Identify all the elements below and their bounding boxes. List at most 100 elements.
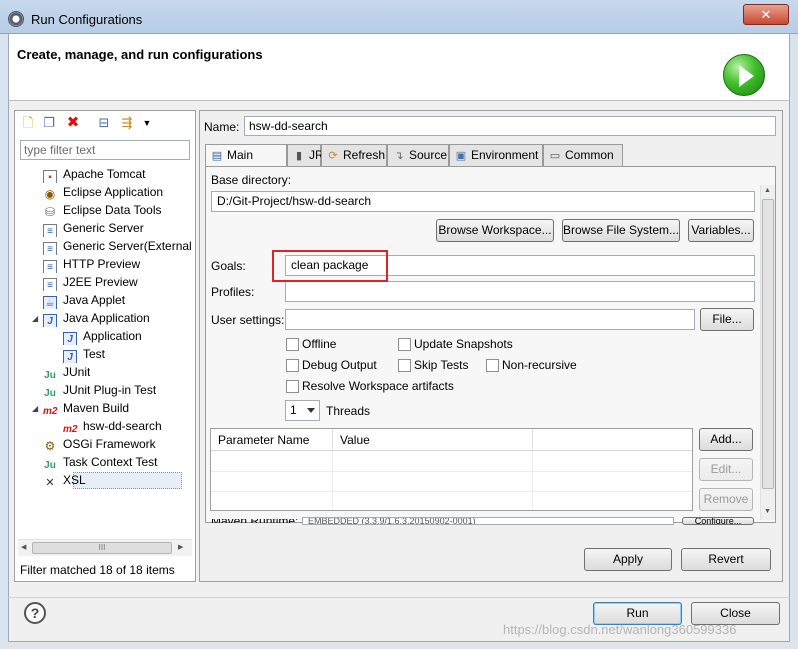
duplicate-icon[interactable]: ❐ (41, 115, 57, 131)
tab-common[interactable]: ▭ Common (543, 144, 623, 166)
watermark-text: https://blog.csdn.net/wanlong360599336 (503, 622, 737, 637)
file-button[interactable]: File... (700, 308, 754, 331)
junit-icon: Ju (44, 370, 56, 381)
tree-item-hsw-dd-search[interactable]: m2 hsw-dd-search (63, 417, 162, 435)
resolve-workspace-label: Resolve Workspace artifacts (302, 379, 454, 393)
tab-main[interactable]: ▤ Main (205, 144, 287, 167)
help-icon[interactable]: ? (24, 602, 46, 624)
tree-item-task-context-test[interactable]: Ju Task Context Test (43, 453, 157, 471)
tree-item-label: Generic Server(External l (63, 239, 193, 253)
tree-item-label: JUnit Plug-in Test (63, 383, 157, 397)
vertical-scrollbar[interactable]: ▲ ▼ (760, 185, 775, 520)
tab-environment[interactable]: ▣ Environment (449, 144, 543, 166)
filter-icon[interactable]: ⇶ (119, 115, 135, 131)
profiles-label: Profiles: (211, 285, 255, 299)
tree-item-junit[interactable]: Ju JUnit (43, 363, 90, 381)
tree-item-junit-plugin-test[interactable]: Ju JUnit Plug-in Test (43, 381, 156, 399)
tree-item-maven-build[interactable]: m2 Maven Build (43, 399, 129, 417)
tab-refresh[interactable]: ⟳ Refresh (321, 144, 387, 166)
browse-workspace-button[interactable]: Browse Workspace... (436, 219, 554, 242)
threads-select[interactable]: 1 (285, 400, 320, 421)
collapse-all-icon[interactable]: ⊟ (96, 115, 112, 131)
skip-tests-checkbox[interactable] (398, 359, 411, 372)
expand-arrow-icon[interactable]: ◢ (32, 404, 38, 413)
maven-runtime-select[interactable]: EMBEDDED (3.3.9/1.6.3.20150902-0001) (302, 517, 674, 525)
column-header-value[interactable]: Value (333, 429, 533, 451)
tree-item-osgi-framework[interactable]: ⚙ OSGi Framework (43, 435, 156, 453)
scrollbar-thumb[interactable]: III (32, 542, 172, 554)
offline-label: Offline (302, 337, 337, 351)
offline-checkbox[interactable] (286, 338, 299, 351)
debug-output-checkbox[interactable] (286, 359, 299, 372)
tree-item-generic-server-external[interactable]: ≡ Generic Server(External l (43, 237, 193, 255)
tree-item-label: Java Applet (63, 293, 126, 307)
expand-arrow-icon[interactable]: ◢ (32, 314, 38, 323)
user-settings-input[interactable] (285, 309, 695, 330)
window-close-button[interactable]: ✕ (743, 4, 789, 25)
server-icon: ≡ (43, 242, 57, 255)
base-directory-label: Base directory: (211, 173, 292, 187)
scrollbar-thumb[interactable] (762, 199, 774, 489)
filter-input[interactable] (20, 140, 190, 160)
update-snapshots-checkbox[interactable] (398, 338, 411, 351)
tree-item-j2ee-preview[interactable]: ≡ J2EE Preview (43, 273, 138, 291)
grid-line (332, 451, 333, 510)
scroll-right-icon[interactable]: ▶ (178, 543, 183, 551)
header-title: Create, manage, and run configurations (17, 47, 263, 62)
chevron-down-icon (307, 408, 315, 413)
tree-item-java-applet[interactable]: ☕ Java Applet (43, 291, 125, 309)
tree-item-label: Java Application (63, 311, 150, 325)
tree-item-apache-tomcat[interactable]: ▪ Apache Tomcat (43, 165, 146, 183)
environment-icon: ▣ (455, 150, 467, 162)
chevron-down-icon[interactable]: ▼ (139, 115, 155, 131)
refresh-icon: ⟳ (328, 150, 338, 162)
tab-source[interactable]: ↴ Source (387, 144, 449, 166)
configure-button[interactable]: Configure... (682, 517, 754, 525)
tree-item-java-application[interactable]: J Java Application (43, 309, 150, 327)
non-recursive-checkbox[interactable] (486, 359, 499, 372)
tab-jre[interactable]: ▮JRE (287, 144, 332, 166)
non-recursive-label: Non-recursive (502, 358, 577, 372)
tab-label: Common (565, 148, 614, 162)
tree-item-application[interactable]: J Application (63, 327, 142, 345)
new-configuration-icon[interactable]: 🗋 (20, 115, 36, 131)
scroll-left-icon[interactable]: ◀ (21, 543, 26, 551)
column-header-empty (533, 429, 692, 451)
tree-item-label: XSL (63, 473, 86, 487)
delete-icon[interactable]: ✖ (65, 115, 81, 131)
tree-item-label: Maven Build (63, 401, 130, 415)
server-icon: ≡ (43, 224, 57, 237)
column-header-parameter-name[interactable]: Parameter Name (211, 429, 333, 451)
name-input[interactable]: hsw-dd-search (244, 116, 776, 136)
run-logo-icon (723, 54, 765, 96)
background-window-strip (0, 642, 798, 649)
junit-icon: Ju (44, 388, 56, 399)
scroll-down-icon[interactable]: ▼ (764, 508, 771, 515)
junit-icon: Ju (44, 460, 56, 471)
base-directory-input[interactable]: D:/Git-Project/hsw-dd-search (211, 191, 755, 212)
tree-item-test[interactable]: J Test (63, 345, 105, 363)
tree-item-label: Apache Tomcat (63, 167, 146, 181)
threads-label: Threads (326, 404, 371, 418)
horizontal-scrollbar[interactable]: ◀ III ▶ (18, 539, 192, 556)
add-parameter-button[interactable]: Add... (699, 428, 753, 451)
tree-item-eclipse-data-tools[interactable]: ⛁ Eclipse Data Tools (43, 201, 162, 219)
remove-parameter-button[interactable]: Remove (699, 488, 753, 511)
scroll-up-icon[interactable]: ▲ (764, 187, 771, 194)
database-icon: ⛁ (44, 205, 56, 219)
tree-item-eclipse-application[interactable]: ◉ Eclipse Application (43, 183, 163, 201)
tree-item-label: Eclipse Application (63, 185, 164, 199)
revert-button[interactable]: Revert (681, 548, 771, 571)
resolve-workspace-checkbox[interactable] (286, 380, 299, 393)
apply-button[interactable]: Apply (584, 548, 672, 571)
eclipse-icon: ◉ (44, 187, 56, 201)
tree-item-http-preview[interactable]: ≡ HTTP Preview (43, 255, 140, 273)
maven-icon: m2 (43, 406, 58, 417)
tree-item-xsl[interactable]: ✕ XSL (43, 471, 86, 489)
tree-item-generic-server[interactable]: ≡ Generic Server (43, 219, 144, 237)
variables-button[interactable]: Variables... (688, 219, 754, 242)
profiles-input[interactable] (285, 281, 755, 302)
browse-file-system-button[interactable]: Browse File System... (562, 219, 680, 242)
tree-item-label: hsw-dd-search (83, 419, 162, 433)
edit-parameter-button[interactable]: Edit... (699, 458, 753, 481)
